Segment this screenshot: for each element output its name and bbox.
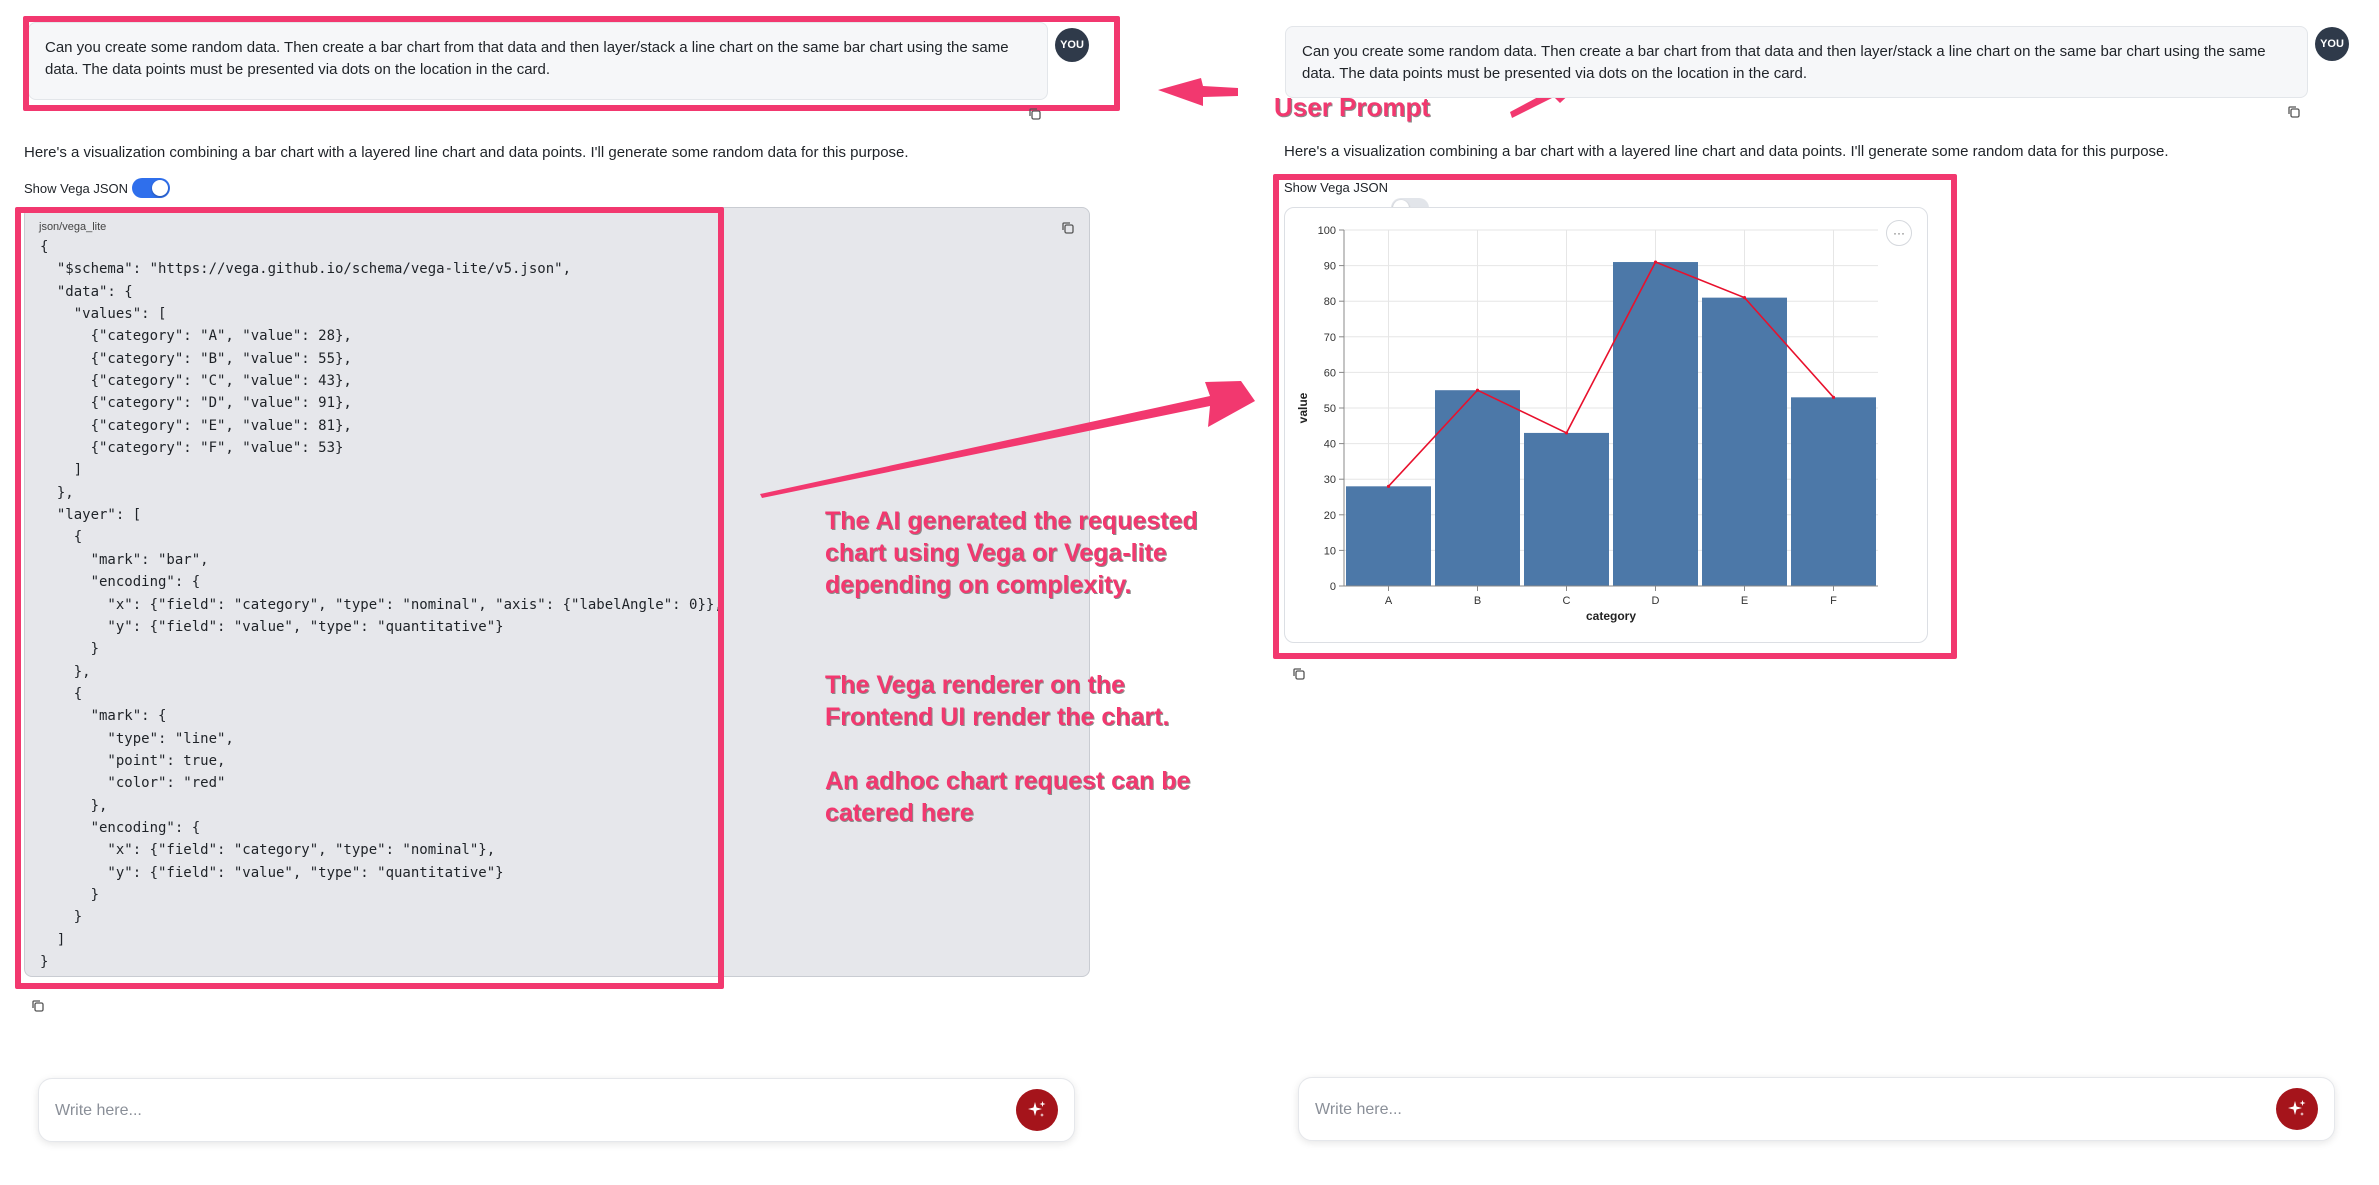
arrow-to-chart (760, 381, 1255, 498)
right-send-button[interactable] (2276, 1088, 2318, 1130)
right-chat-input[interactable] (1313, 1078, 2262, 1142)
arrow-to-left-prompt (1158, 78, 1238, 106)
right-assistant-response: Here's a visualization combining a bar c… (1284, 143, 2169, 160)
right-prompt-copy-icon[interactable] (2286, 104, 2302, 125)
right-avatar-label: YOU (2320, 38, 2344, 50)
chart-highlight-box (1273, 174, 1957, 659)
right-chat-input-bar (1298, 1077, 2335, 1142)
annotation-adhoc: An adhoc chart request can be catered he… (825, 767, 1191, 827)
annotation-ai-generated: The AI generated the requested chart usi… (825, 507, 1198, 599)
sparkle-send-icon (2288, 1100, 2306, 1116)
right-user-avatar: YOU (2315, 27, 2349, 61)
right-user-prompt-card: Can you create some random data. Then cr… (1285, 26, 2308, 98)
annotation-renderer: The Vega renderer on the Frontend UI ren… (825, 671, 1170, 731)
chart-copy-icon[interactable] (1291, 666, 1307, 687)
right-user-prompt-text: Can you create some random data. Then cr… (1302, 43, 2266, 82)
